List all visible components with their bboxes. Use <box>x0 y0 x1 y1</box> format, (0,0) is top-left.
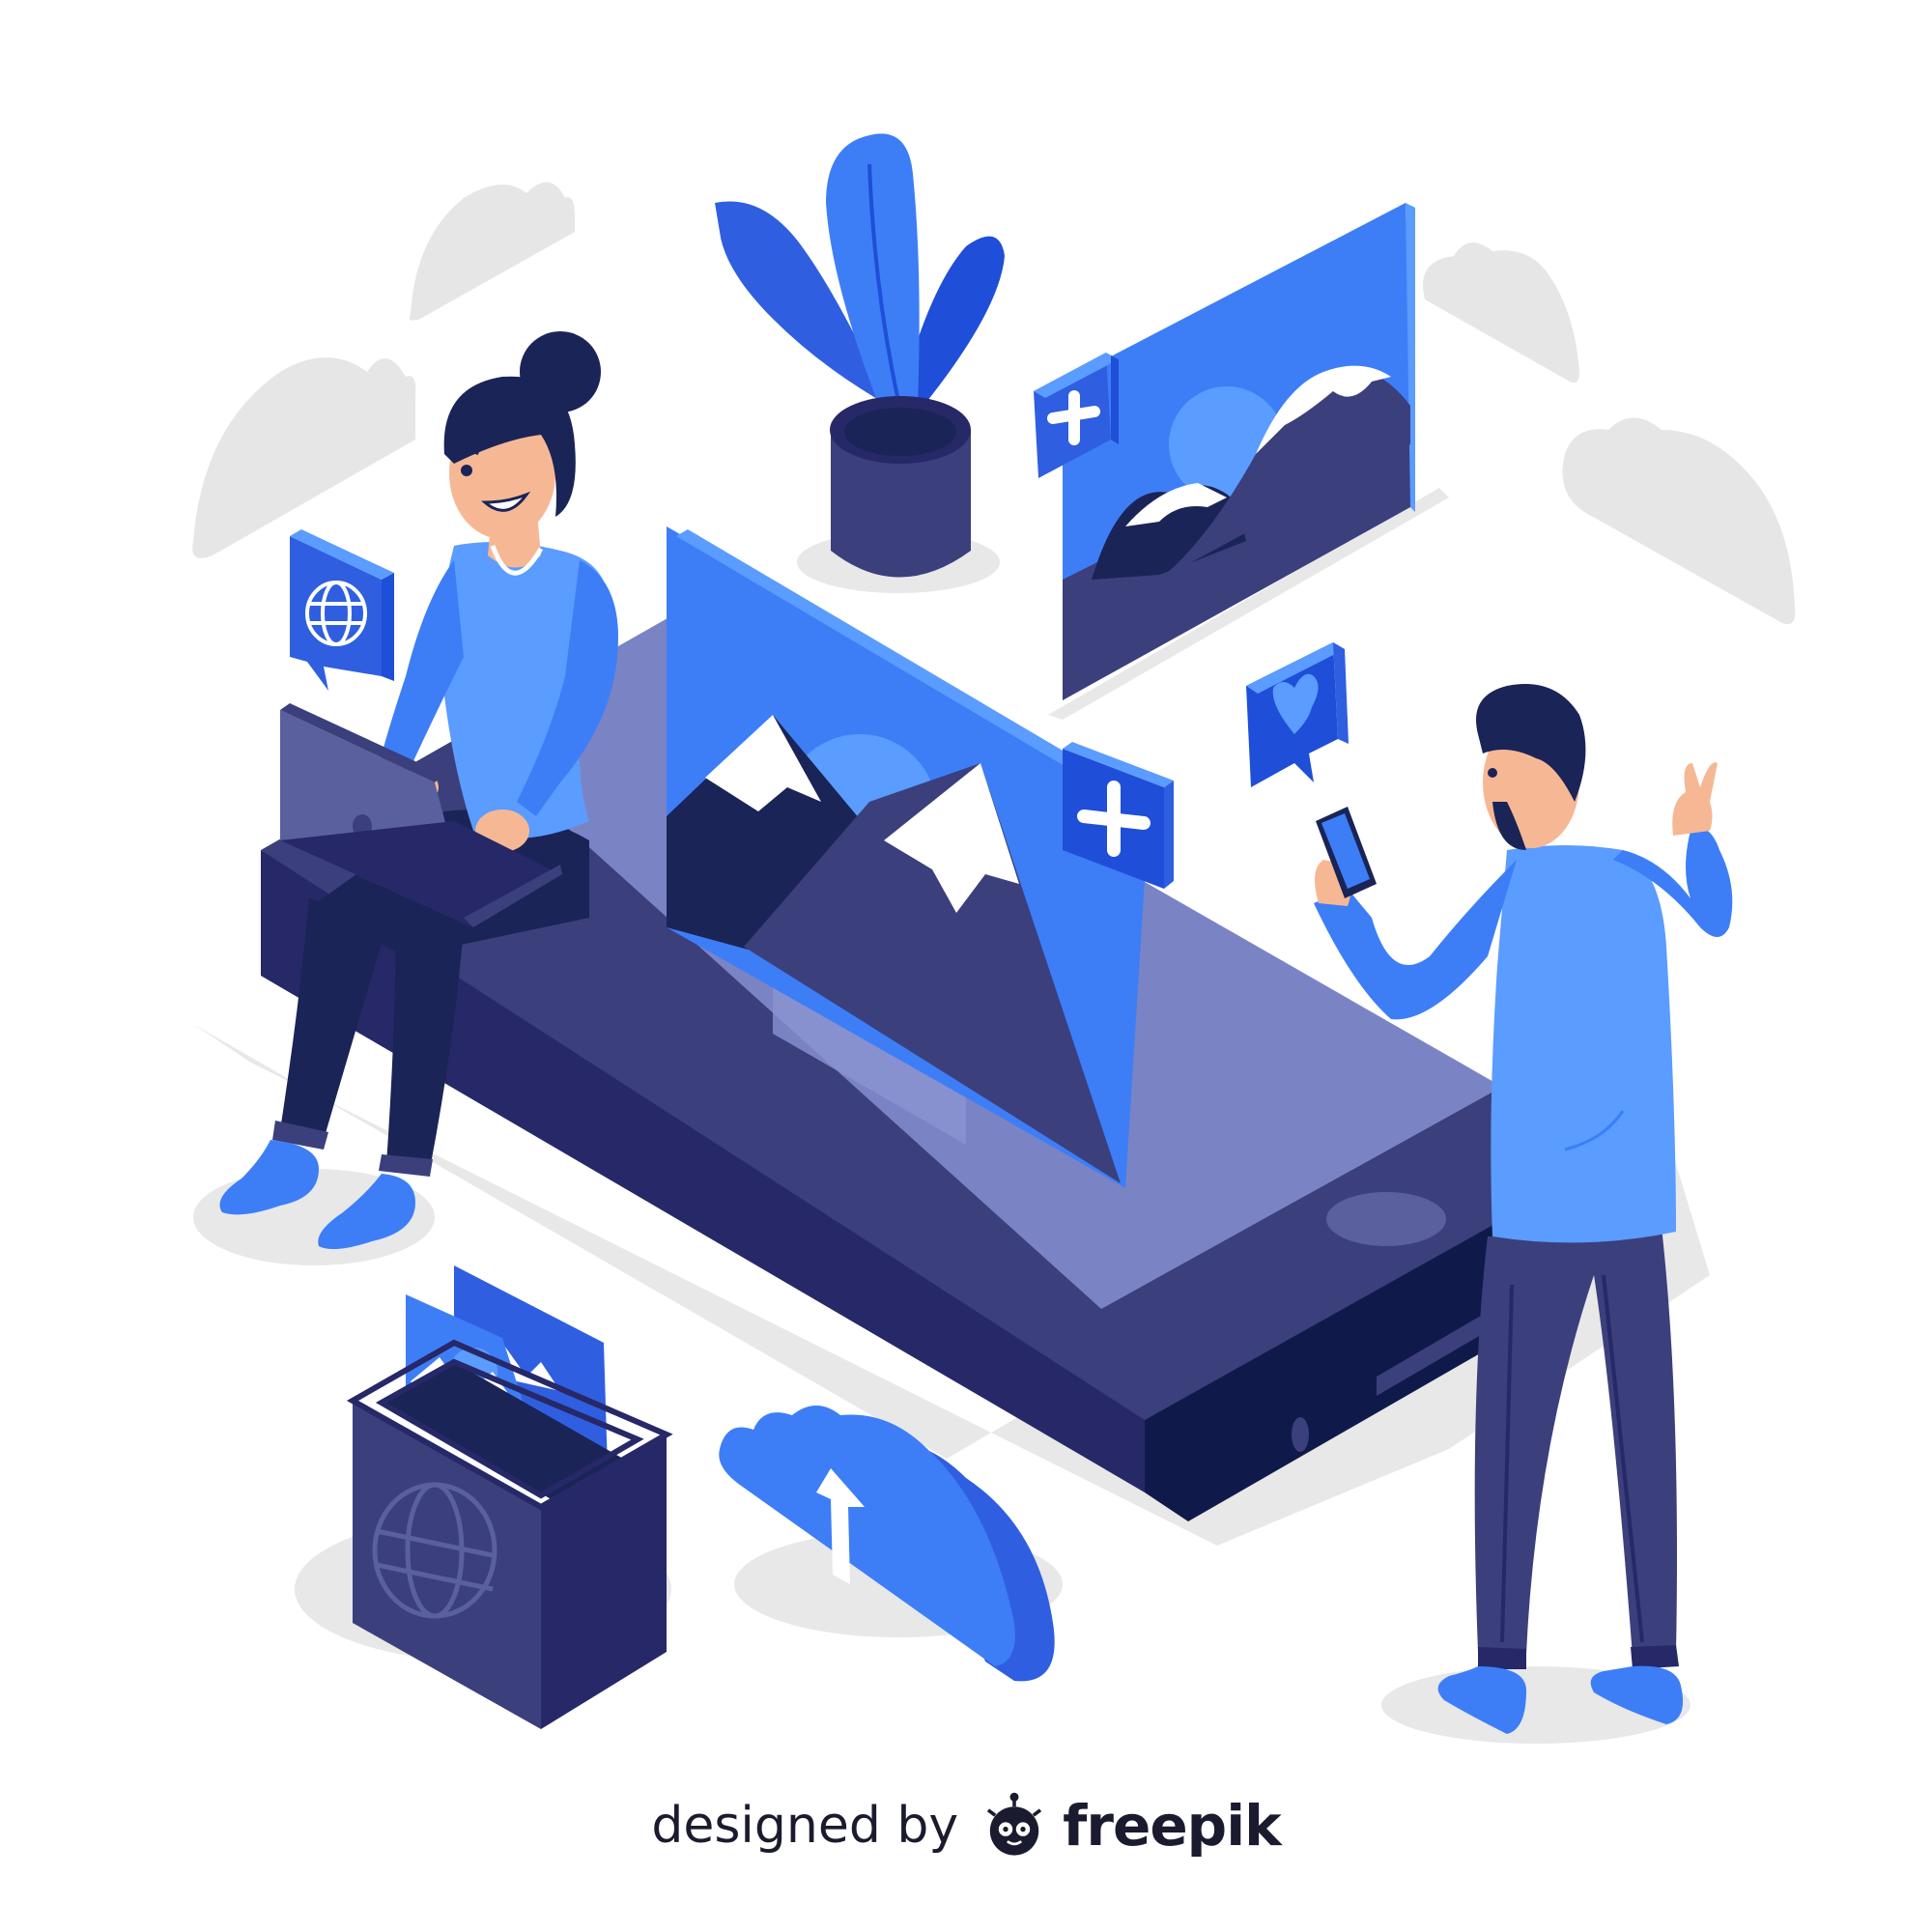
photo-box <box>346 1265 673 1729</box>
credit-prefix: designed by <box>651 1797 959 1855</box>
credit-brand: freepik <box>1063 1793 1281 1859</box>
heart-badge <box>1246 642 1349 787</box>
credit-line: designed by freepik <box>0 1782 1932 1869</box>
globe-badge <box>290 529 394 691</box>
isometric-illustration <box>192 133 1796 1744</box>
upload-cloud <box>719 1406 1055 1682</box>
phone-home-button <box>1326 1192 1446 1246</box>
cloud-left <box>192 357 416 558</box>
landscape-image-panel <box>1063 203 1415 700</box>
phone-port <box>1292 1417 1309 1452</box>
cloud-top-left <box>409 182 575 321</box>
cloud-right <box>1562 417 1796 624</box>
plant-pot-icon <box>715 133 1005 578</box>
freepik-logo-icon <box>987 1792 1042 1856</box>
cloud-top-right <box>1423 242 1579 384</box>
